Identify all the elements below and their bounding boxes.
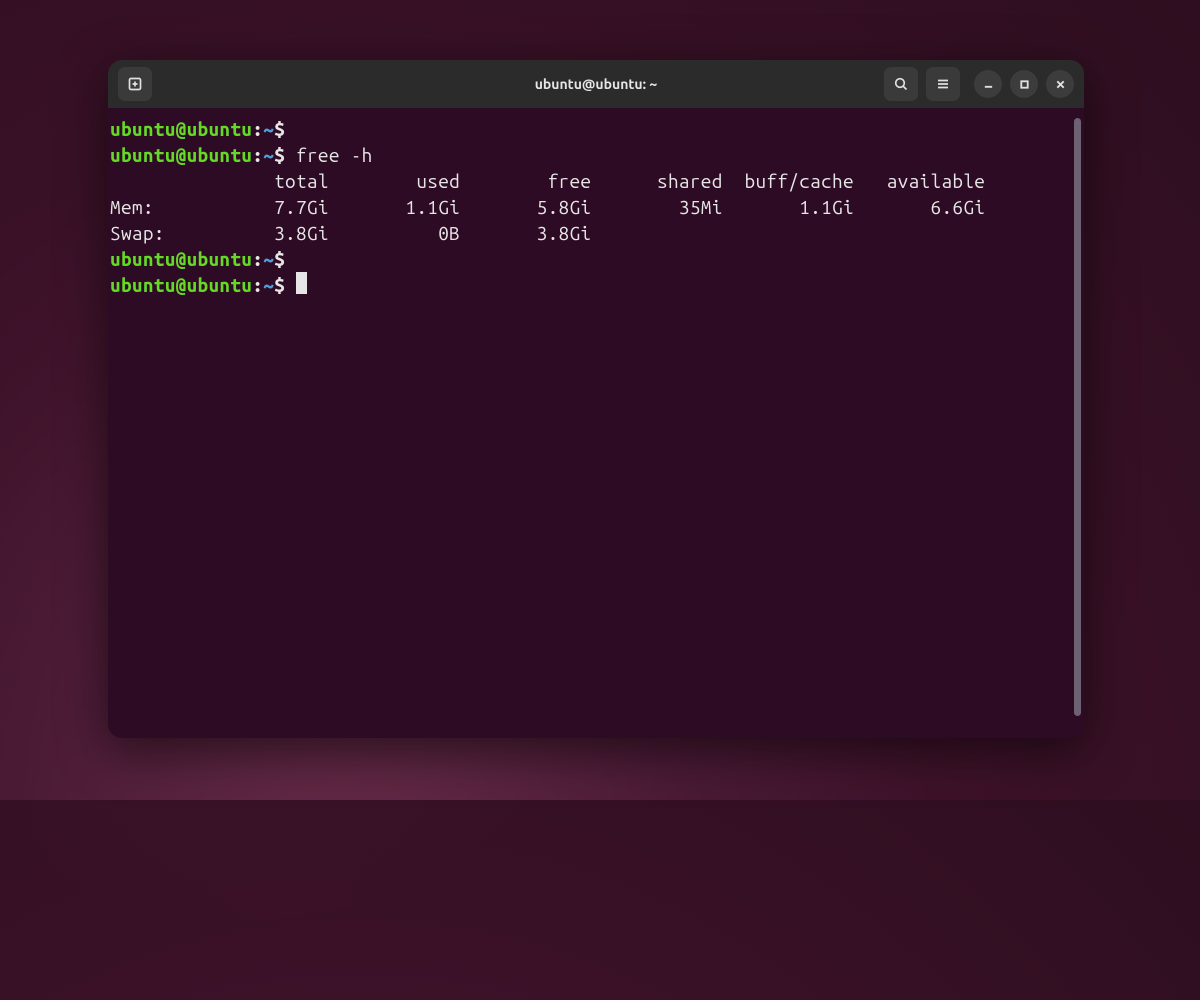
command-text [285,118,296,140]
prompt-line: ubuntu@ubuntu:~$ free -h [110,142,1073,168]
scrollbar[interactable] [1073,116,1084,730]
terminal-content[interactable]: ubuntu@ubuntu:~$ ubuntu@ubuntu:~$ free -… [110,116,1073,730]
close-button[interactable] [1046,70,1074,98]
maximize-button[interactable] [1010,70,1038,98]
prompt-line: ubuntu@ubuntu:~$ [110,116,1073,142]
new-tab-button[interactable] [118,67,152,101]
maximize-icon [1019,79,1030,90]
command-text: free -h [296,144,373,166]
minimize-icon [983,79,994,90]
minimize-button[interactable] [974,70,1002,98]
output-swap-row: Swap: 3.8Gi 0B 3.8Gi [110,220,1073,246]
output-mem-row: Mem: 7.7Gi 1.1Gi 5.8Gi 35Mi 1.1Gi 6.6Gi [110,194,1073,220]
terminal-body[interactable]: ubuntu@ubuntu:~$ ubuntu@ubuntu:~$ free -… [108,108,1084,738]
new-tab-icon [127,76,143,92]
scrollbar-thumb[interactable] [1074,118,1081,716]
path: ~ [263,118,274,140]
cursor-icon [296,272,307,294]
hamburger-icon [935,76,951,92]
prompt-line-active: ubuntu@ubuntu:~$ [110,272,1073,298]
close-icon [1055,79,1066,90]
search-icon [893,76,909,92]
colon: : [252,118,263,140]
prompt-line: ubuntu@ubuntu:~$ [110,246,1073,272]
titlebar: ubuntu@ubuntu: ~ [108,60,1084,108]
search-button[interactable] [884,67,918,101]
output-header: total used free shared buff/cache availa… [110,168,1073,194]
user-host: ubuntu@ubuntu [110,118,252,140]
terminal-window: ubuntu@ubuntu: ~ [108,60,1084,738]
sigil: $ [274,118,285,140]
menu-button[interactable] [926,67,960,101]
